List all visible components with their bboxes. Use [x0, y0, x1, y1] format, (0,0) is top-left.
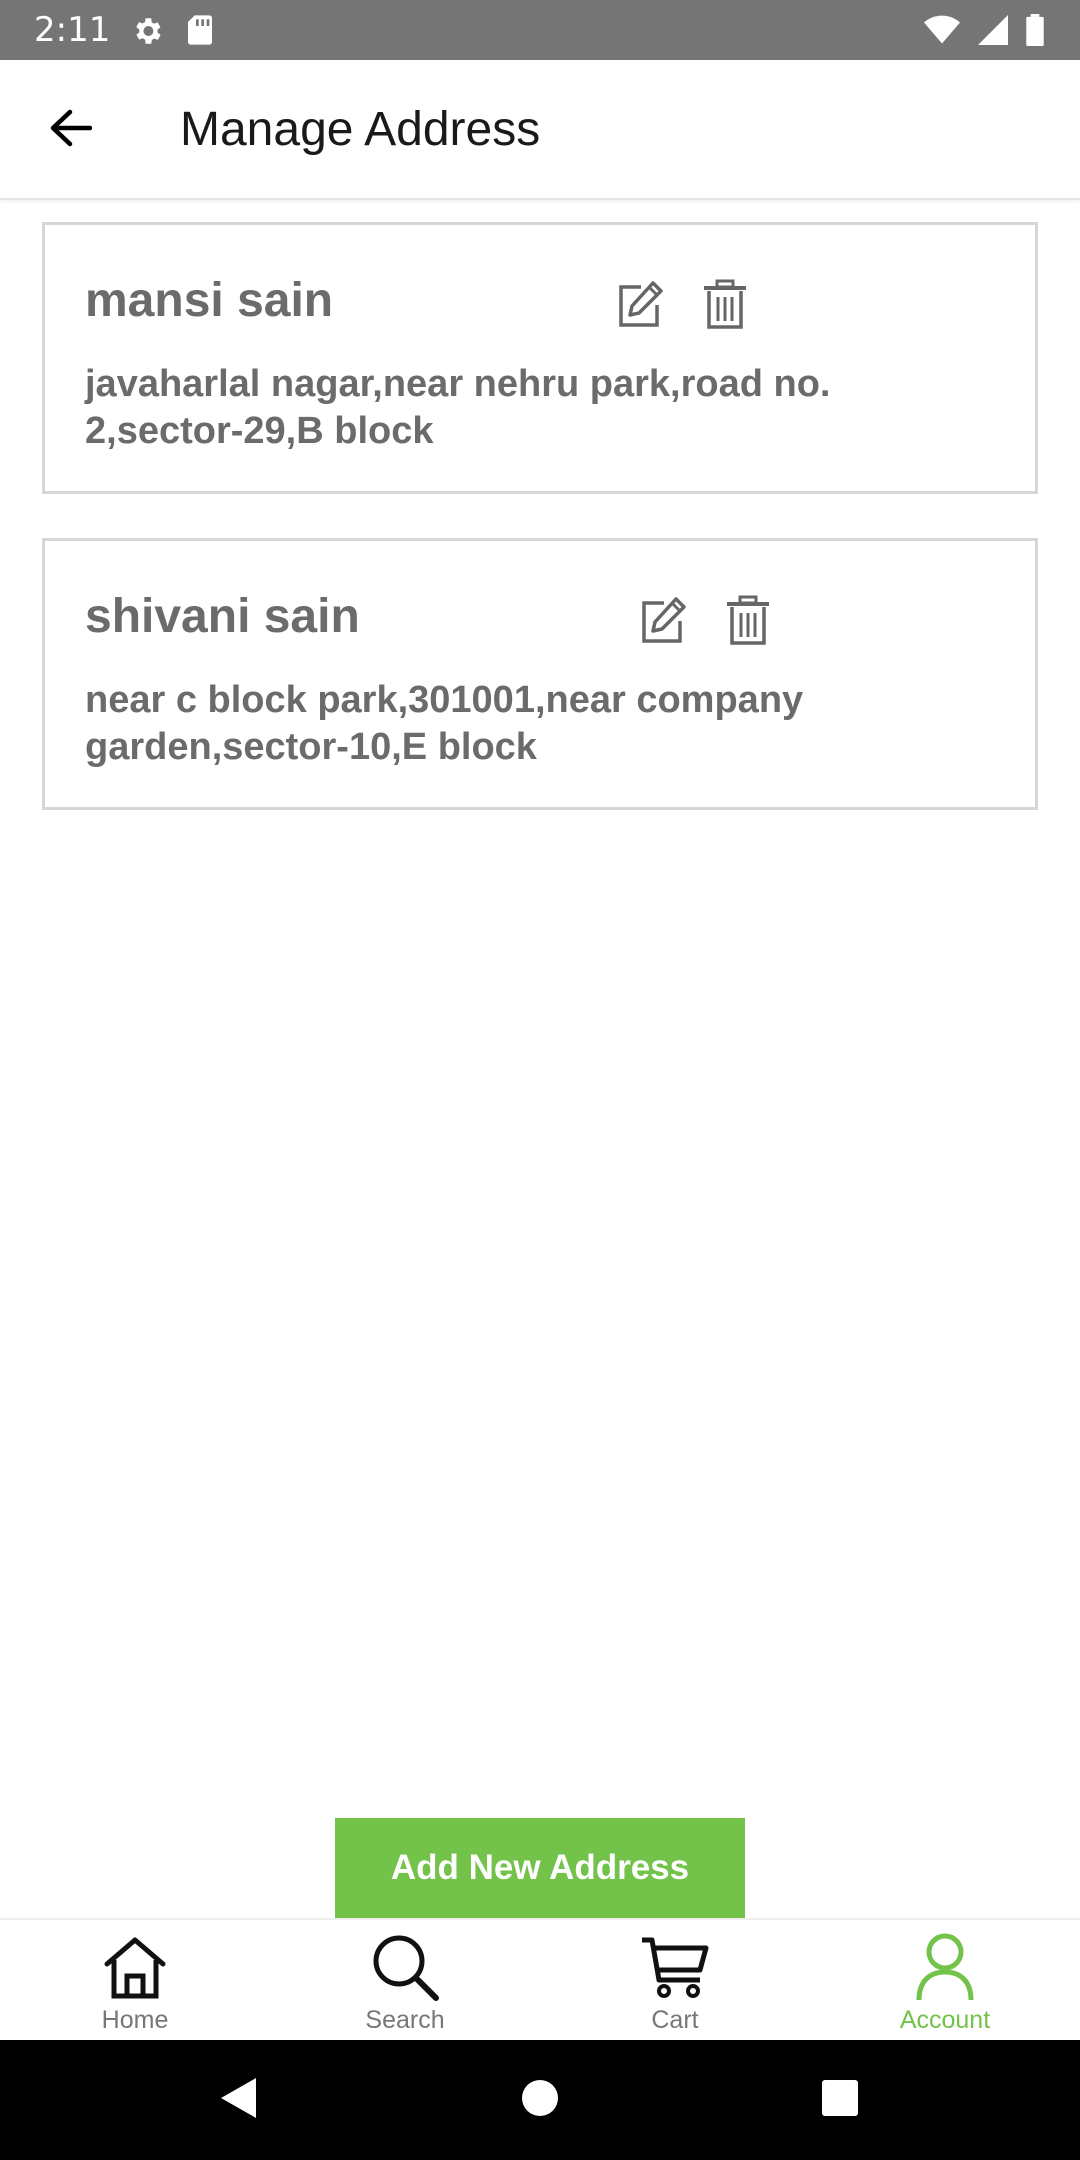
address-name: mansi sain — [85, 274, 334, 327]
search-icon — [370, 1932, 440, 2002]
nav-label-search: Search — [365, 2006, 445, 2034]
system-nav-bar — [0, 2040, 1080, 2160]
square-recents-icon — [820, 2078, 860, 2123]
address-list: mansi sain javaharlal nagar,near nehru p… — [42, 222, 1038, 854]
delete-address-button[interactable] — [697, 279, 753, 335]
triangle-back-icon — [218, 2076, 258, 2125]
status-bar: 2:11 — [0, 0, 1080, 60]
system-home-button[interactable] — [510, 2070, 570, 2130]
nav-item-search[interactable]: Search — [305, 1920, 505, 2042]
add-new-address-button[interactable]: Add New Address — [335, 1818, 745, 1918]
address-text: javaharlal nagar,near nehru park,road no… — [85, 363, 831, 452]
address-card: mansi sain javaharlal nagar,near nehru p… — [42, 222, 1038, 494]
nav-item-cart[interactable]: Cart — [575, 1920, 775, 2042]
edit-address-button[interactable] — [611, 279, 667, 335]
system-recents-button[interactable] — [810, 2070, 870, 2130]
home-icon — [102, 1932, 168, 2002]
trash-icon — [724, 595, 772, 652]
trash-icon — [701, 279, 749, 336]
app-bar: Manage Address — [0, 60, 1080, 200]
edit-address-button[interactable] — [634, 595, 690, 651]
gear-icon — [130, 14, 164, 48]
account-icon — [915, 1932, 975, 2002]
status-time: 2:11 — [34, 10, 111, 50]
nav-item-account[interactable]: Account — [845, 1920, 1045, 2042]
address-text: near c block park,301001,near company ga… — [85, 679, 804, 768]
arrow-left-icon — [48, 108, 93, 153]
nav-item-home[interactable]: Home — [35, 1920, 235, 2042]
circle-home-icon — [520, 2078, 560, 2123]
sd-card-icon — [186, 14, 214, 48]
cart-icon — [640, 1932, 710, 2002]
page-title: Manage Address — [180, 103, 541, 156]
signal-icon — [978, 15, 1008, 45]
status-right-icons — [924, 14, 1044, 46]
address-name: shivani sain — [85, 590, 360, 643]
nav-label-account: Account — [899, 2006, 991, 2034]
address-card: shivani sain near c block park,301001,ne… — [42, 538, 1038, 810]
edit-icon — [636, 595, 688, 652]
nav-label-home: Home — [101, 2006, 169, 2034]
edit-icon — [613, 279, 665, 336]
delete-address-button[interactable] — [720, 595, 776, 651]
battery-icon — [1026, 14, 1044, 46]
back-button[interactable] — [40, 100, 100, 160]
nav-label-cart: Cart — [651, 2006, 699, 2034]
status-left-icons — [130, 14, 214, 48]
wifi-icon — [924, 15, 960, 45]
system-back-button[interactable] — [208, 2070, 268, 2130]
bottom-nav: Home Search Cart Account — [0, 1918, 1080, 2040]
